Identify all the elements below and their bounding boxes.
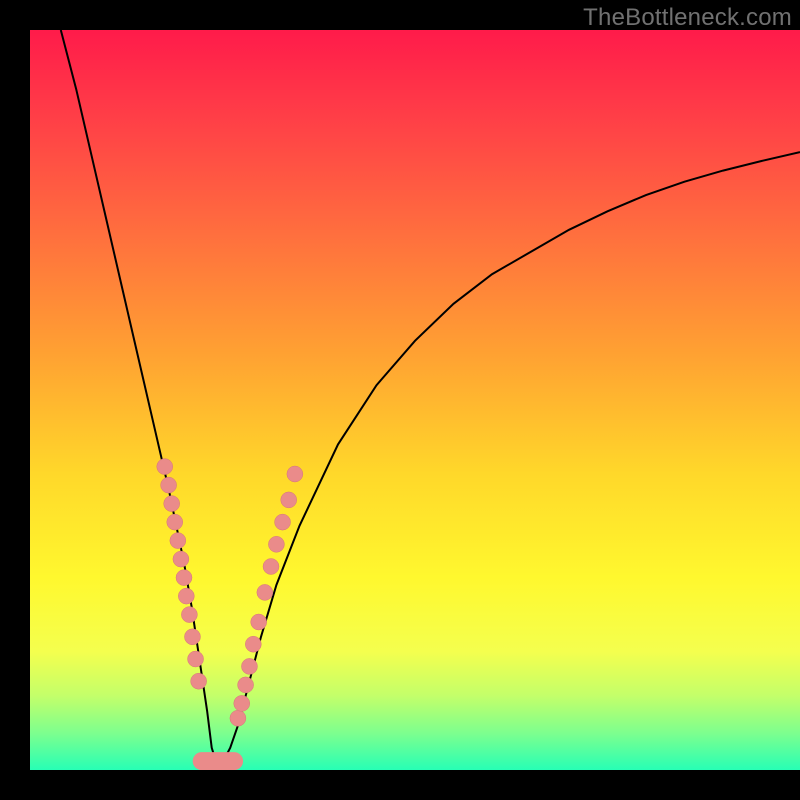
data-marker xyxy=(251,614,267,630)
data-marker xyxy=(170,533,186,549)
data-marker xyxy=(275,514,291,530)
chart-svg xyxy=(30,30,800,770)
data-marker xyxy=(257,584,273,600)
data-marker xyxy=(287,466,303,482)
data-marker xyxy=(161,477,177,493)
data-marker xyxy=(281,492,297,508)
data-marker xyxy=(157,459,173,475)
data-marker xyxy=(268,536,284,552)
markers-left xyxy=(157,459,207,690)
data-marker xyxy=(245,636,261,652)
data-marker xyxy=(191,673,207,689)
data-marker xyxy=(263,559,279,575)
data-marker xyxy=(241,658,257,674)
data-marker xyxy=(234,695,250,711)
plot-area xyxy=(30,30,800,770)
curve-line xyxy=(61,30,800,763)
data-marker xyxy=(230,710,246,726)
watermark-text: TheBottleneck.com xyxy=(583,4,792,32)
data-marker xyxy=(184,629,200,645)
data-marker xyxy=(178,588,194,604)
chart-frame: TheBottleneck.com xyxy=(0,0,800,800)
bottleneck-curve-path xyxy=(61,30,800,763)
data-marker xyxy=(181,607,197,623)
markers-right xyxy=(230,466,303,726)
data-marker xyxy=(167,514,183,530)
data-marker xyxy=(188,651,204,667)
data-marker xyxy=(173,551,189,567)
data-marker xyxy=(164,496,180,512)
data-marker xyxy=(176,570,192,586)
data-marker xyxy=(238,677,254,693)
